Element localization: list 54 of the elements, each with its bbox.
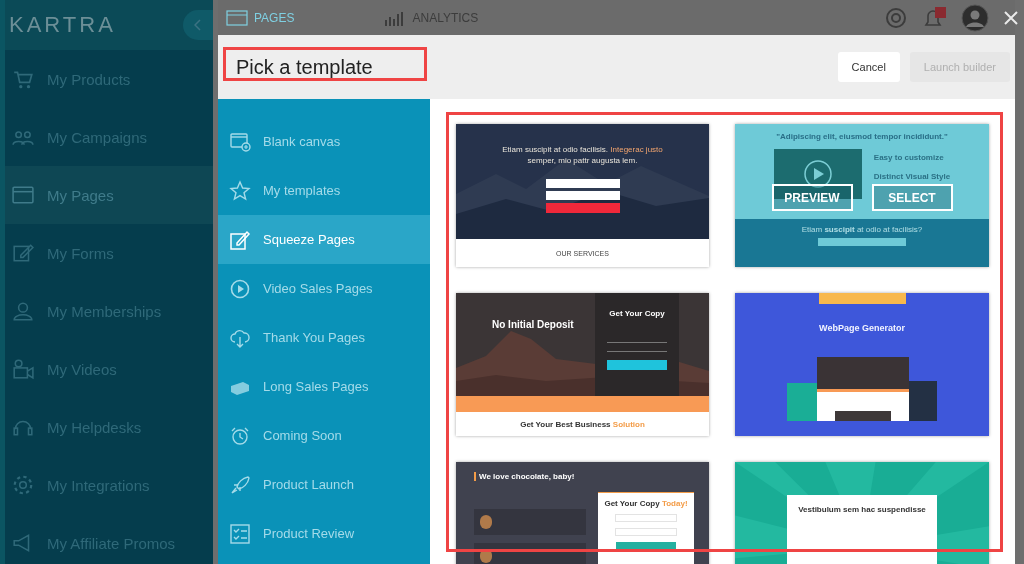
avatar-icon xyxy=(480,515,492,529)
lifebuoy-icon[interactable] xyxy=(885,6,907,29)
headline: WebPage Generator xyxy=(819,323,905,333)
preview-button[interactable]: PREVIEW xyxy=(771,184,853,211)
template-card[interactable]: WebPage Generator xyxy=(735,293,989,436)
category-item[interactable]: My templates xyxy=(218,166,430,215)
logo: KARTRA xyxy=(9,12,116,38)
user-icon xyxy=(12,300,34,322)
submit-button xyxy=(616,542,676,551)
play-icon xyxy=(229,277,251,300)
template-card[interactable]: "Adipiscing elit, eiusmod tempor incididunt." Easy to customize Distinct Visual Style Etiam suscipit at odio at facilisis? PREVIEW SELECT xyxy=(735,124,989,267)
cancel-button[interactable]: Cancel xyxy=(837,52,900,82)
category-item[interactable]: Thank You Pages xyxy=(218,313,430,362)
category-item[interactable]: Squeeze Pages xyxy=(218,215,430,264)
category-item[interactable]: Blank canvas xyxy=(218,117,430,166)
form-title: Get Your Copy Today! xyxy=(604,499,688,508)
category-item[interactable]: Coming Soon xyxy=(218,411,430,460)
camera-icon xyxy=(12,358,34,380)
browser-icon xyxy=(12,184,34,206)
category-item[interactable]: Product Launch xyxy=(218,460,430,509)
checklist-icon xyxy=(229,522,251,545)
submit-button xyxy=(607,360,667,370)
headline: Etiam suscipit at odio facilisis. Integerac justo semper, mio pattr augusta lem. xyxy=(501,144,664,166)
template-card[interactable]: No Initial Deposit Get Your Copy Get Your Best Business Solution xyxy=(456,293,709,436)
gear-icon xyxy=(12,474,34,496)
category-item[interactable]: Product Review xyxy=(218,509,430,558)
feature-item: Easy to customize xyxy=(873,153,945,162)
window-plus-icon xyxy=(229,130,251,153)
input-field xyxy=(615,528,677,536)
template-card[interactable]: Vestibulum sem hac suspendisse xyxy=(735,462,989,564)
top-tab[interactable]: PAGES xyxy=(226,9,295,26)
headline: We love chocolate, baby! xyxy=(474,472,586,481)
section-heading: Get Your Best Business Solution xyxy=(520,419,645,429)
question-text: Etiam suscipit at odio at facilisis? xyxy=(801,225,923,234)
category-item[interactable]: Video Sales Pages xyxy=(218,264,430,313)
select-button[interactable]: SELECT xyxy=(871,184,953,211)
quote-text: "Adipiscing elit, eiusmod tempor incididunt." xyxy=(776,132,948,141)
form-title: Get Your Copy xyxy=(609,309,665,318)
edit-icon xyxy=(229,228,251,251)
collapse-button[interactable] xyxy=(183,10,213,40)
avatar-icon[interactable] xyxy=(961,3,989,32)
input-field xyxy=(615,514,677,522)
http-icon xyxy=(226,9,248,26)
star-icon xyxy=(229,179,251,202)
rocket-icon xyxy=(229,473,251,496)
headline: No Initial Deposit xyxy=(492,319,574,332)
feature-item: Distinct Visual Style xyxy=(873,172,951,181)
edit-icon xyxy=(12,242,34,264)
close-icon[interactable] xyxy=(1003,9,1019,26)
modal-title: Pick a template xyxy=(236,55,373,79)
headline: Vestibulum sem hac suspendisse xyxy=(798,505,926,516)
template-card[interactable]: We love chocolate, baby! Get Your Copy Today! xyxy=(456,462,709,564)
category-item[interactable]: Long Sales Pages xyxy=(218,362,430,411)
chevron-left-icon xyxy=(194,19,202,31)
